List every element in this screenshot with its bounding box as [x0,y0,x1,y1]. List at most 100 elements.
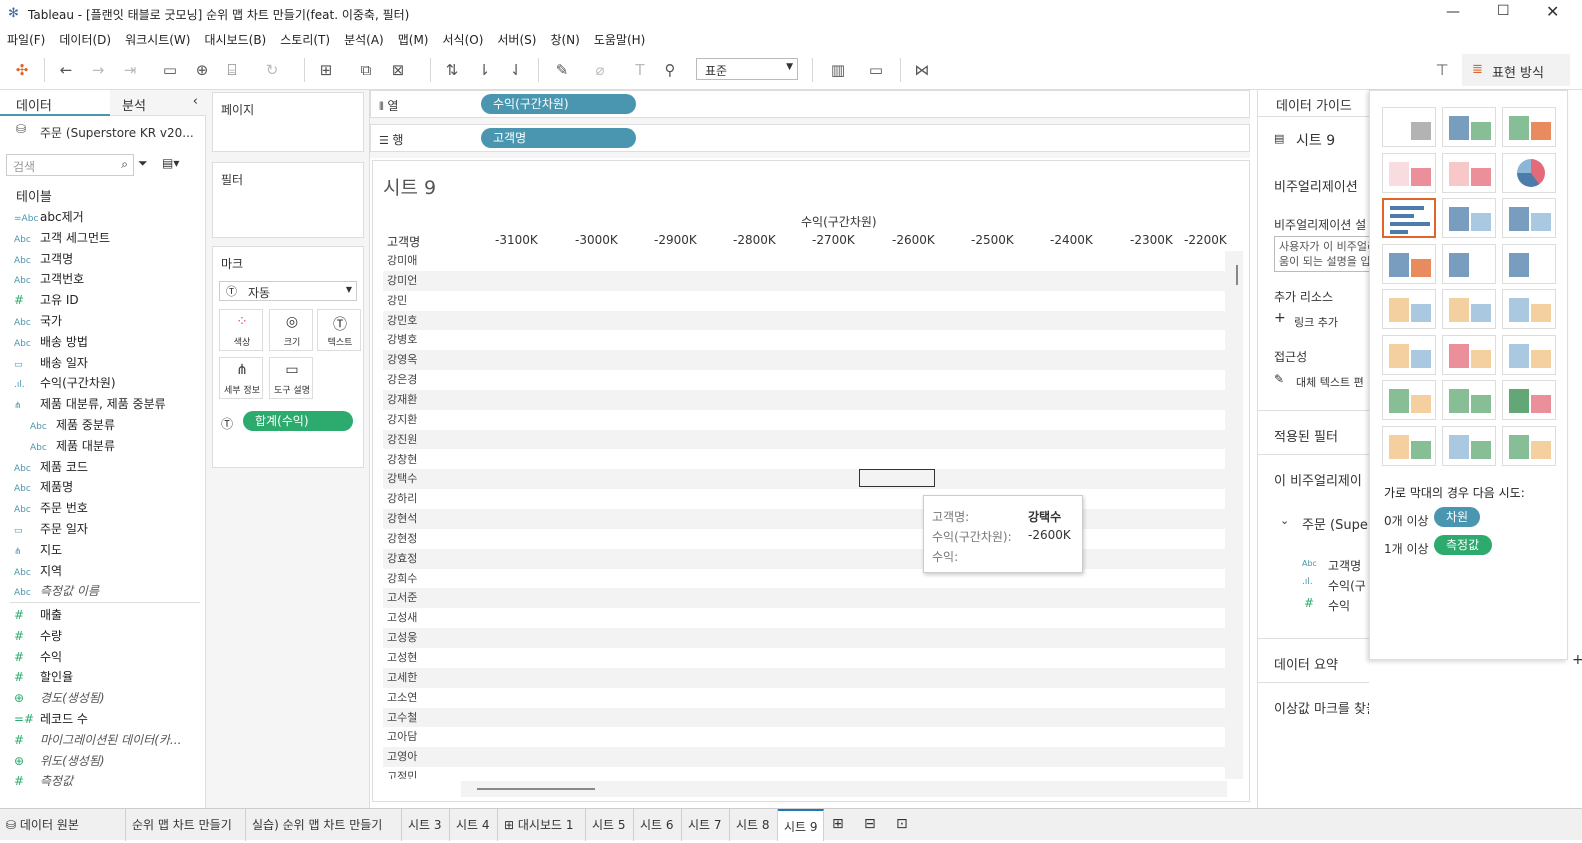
sheet-tab[interactable]: 시트 9 [778,809,824,841]
dimension-field[interactable]: Abc 지역 [14,562,62,579]
mark-pill[interactable]: 합계(수익) [243,411,353,431]
sheet-tab[interactable]: 시트 4 [450,809,498,841]
measure-field[interactable]: ⊕ 위도(생성됨) [14,752,105,769]
minimize-button[interactable]: — [1446,4,1460,20]
side-by-side-bar-chart-icon[interactable] [1502,198,1556,238]
new-worksheet-tab-icon[interactable]: ⊞ [832,816,844,832]
table-row[interactable]: 강현석 [383,509,1225,529]
redo-icon[interactable]: → [88,60,108,80]
table-row[interactable]: 고정민 [383,767,1225,779]
table-row[interactable]: 강병호 [383,330,1225,350]
table-row[interactable]: 강민호 [383,310,1225,331]
menu-item-9[interactable]: 창(N) [543,28,586,51]
measure-field[interactable]: # 할인율 [14,668,73,685]
dimension-field[interactable]: Abc 제품 중분류 [30,416,115,433]
table-row[interactable]: 강미애 [383,251,1225,271]
group-icon[interactable]: ⌀ [590,60,610,80]
sort-asc-icon[interactable]: ⇂ [474,60,494,80]
scatter-chart-icon[interactable] [1382,380,1436,420]
dimension-field[interactable]: Abc 제품 코드 [14,458,88,475]
dimension-field[interactable]: ▭ 주문 일자 [14,520,88,537]
sort-desc-icon[interactable]: ⇃ [506,60,526,80]
plus-icon[interactable]: + [1572,652,1582,668]
table-row[interactable]: 강창현 [383,450,1225,470]
stacked-bar-chart-icon[interactable] [1442,198,1496,238]
highlight-table-chart-icon[interactable] [1502,107,1556,147]
search-input[interactable]: 검색 ⌕ [6,154,134,176]
tooltip-button[interactable]: ▭ 도구 설명 [269,357,313,399]
dimension-field[interactable]: Abc 고객명 [14,250,73,267]
alt-text-link[interactable]: 대체 텍스트 편 [1296,374,1364,390]
box-whisker-chart-icon[interactable] [1502,380,1556,420]
menu-item-2[interactable]: 워크시트(W) [118,28,197,51]
view-options-icon[interactable]: ▤▾ [162,156,179,170]
text-table-chart-icon[interactable] [1382,107,1436,147]
new-dashboard-tab-icon[interactable]: ⊟ [864,816,876,832]
sheet-tab[interactable]: 시트 3 [402,809,450,841]
dimension-field[interactable]: .ıl. 수익(구간차원) [14,374,116,391]
tab-data[interactable]: 데이터 [0,90,110,116]
dimension-field[interactable]: Abc 국가 [14,312,62,329]
line-continuous-chart-icon[interactable] [1382,289,1436,329]
table-row[interactable]: 강하리 [383,489,1225,509]
close-button[interactable]: ✕ [1546,2,1559,21]
horizontal-scroll-thumb[interactable] [477,788,595,790]
table-row[interactable]: 강희수 [383,569,1225,589]
side-by-side-circle-chart-icon[interactable] [1502,243,1556,284]
chevron-down-icon[interactable]: ⌄ [1280,514,1289,527]
circle-view-chart-icon[interactable] [1442,243,1496,284]
table-row[interactable]: 고소연 [383,688,1225,708]
refresh-icon[interactable]: ↻ [262,60,282,80]
dimension-field[interactable]: Abc 고객번호 [14,270,84,287]
table-row[interactable]: 강진원 [383,429,1225,450]
new-story-tab-icon[interactable]: ⊡ [896,816,908,832]
detail-button[interactable]: ⋔ 세부 정보 [219,357,263,399]
sheet-tab[interactable]: ⛁ 데이터 원본 [0,809,126,841]
tableau-home-icon[interactable]: ✣ [12,60,32,80]
highlight-icon[interactable]: ✎ [552,60,572,80]
table-row[interactable]: 고서준 [383,588,1225,609]
table-row[interactable]: 강영옥 [383,350,1225,371]
clear-sheet-icon[interactable]: ⊠ [388,60,408,80]
swap-icon[interactable]: ⇅ [442,60,462,80]
sheet-tab[interactable]: 시트 8 [730,809,778,841]
measure-field[interactable]: # 마이그레이션된 데이터(카... [14,731,181,748]
menu-item-7[interactable]: 서식(O) [436,28,491,51]
rows-pill[interactable]: 고객명 [481,128,636,148]
dual-line-chart-icon[interactable] [1502,289,1556,329]
add-link[interactable]: 링크 추가 [1294,314,1338,330]
measure-field[interactable]: ⊕ 경도(생성됨) [14,689,105,706]
table-row[interactable]: 고영아 [383,747,1225,768]
pages-card[interactable]: 페이지 [212,92,364,152]
dimension-field[interactable]: Abc 주문 번호 [14,499,88,516]
gantt-chart-icon[interactable] [1382,425,1436,466]
dimension-field[interactable]: ▭ 배송 일자 [14,354,88,371]
heatmap-chart-icon[interactable] [1442,107,1496,147]
selected-mark[interactable] [859,469,935,487]
dimension-field[interactable]: Abc 측정값 이름 [14,582,99,599]
sheet-tab[interactable]: 실습) 순위 맵 차트 만들기 [246,809,402,841]
data-guide-tab[interactable]: 데이터 가이드 [1276,95,1352,114]
sheet-tab[interactable]: 시트 7 [682,809,730,841]
dimension-field[interactable]: ⋔ 지도 [14,541,62,558]
filter-icon[interactable]: ⏷ [138,156,148,171]
format-painter-icon[interactable]: ⊤ [1432,60,1452,80]
packed-bubbles-chart-icon[interactable] [1502,425,1556,466]
share-icon[interactable]: ⋈ [912,60,932,80]
measure-field[interactable]: # 매출 [14,606,62,623]
columns-pill[interactable]: 수익(구간차원) [481,94,636,114]
measure-field[interactable]: # 측정값 [14,772,73,789]
filters-card[interactable]: 필터 [212,162,364,238]
columns-shelf[interactable]: ⦀ 열 수익(구간차원) [370,90,1250,118]
datasource-name[interactable]: 주문 (Superstore KR v20... [40,124,194,141]
table-row[interactable]: 강현정 [383,529,1225,549]
save-icon[interactable]: ▭ [160,60,180,80]
area-continuous-chart-icon[interactable] [1382,334,1436,375]
mark-type-select[interactable]: Ⓣ 자동 ▼ [219,281,357,301]
menu-item-10[interactable]: 도움말(H) [587,28,653,51]
dimension-field[interactable]: Abc 제품 대분류 [30,437,115,454]
menu-item-0[interactable]: 파일(F) [0,28,52,51]
new-datasource-icon[interactable]: ⊕ [192,60,212,80]
table-row[interactable]: 강민 [383,291,1225,311]
dimension-field[interactable]: Abc 배송 방법 [14,333,88,350]
